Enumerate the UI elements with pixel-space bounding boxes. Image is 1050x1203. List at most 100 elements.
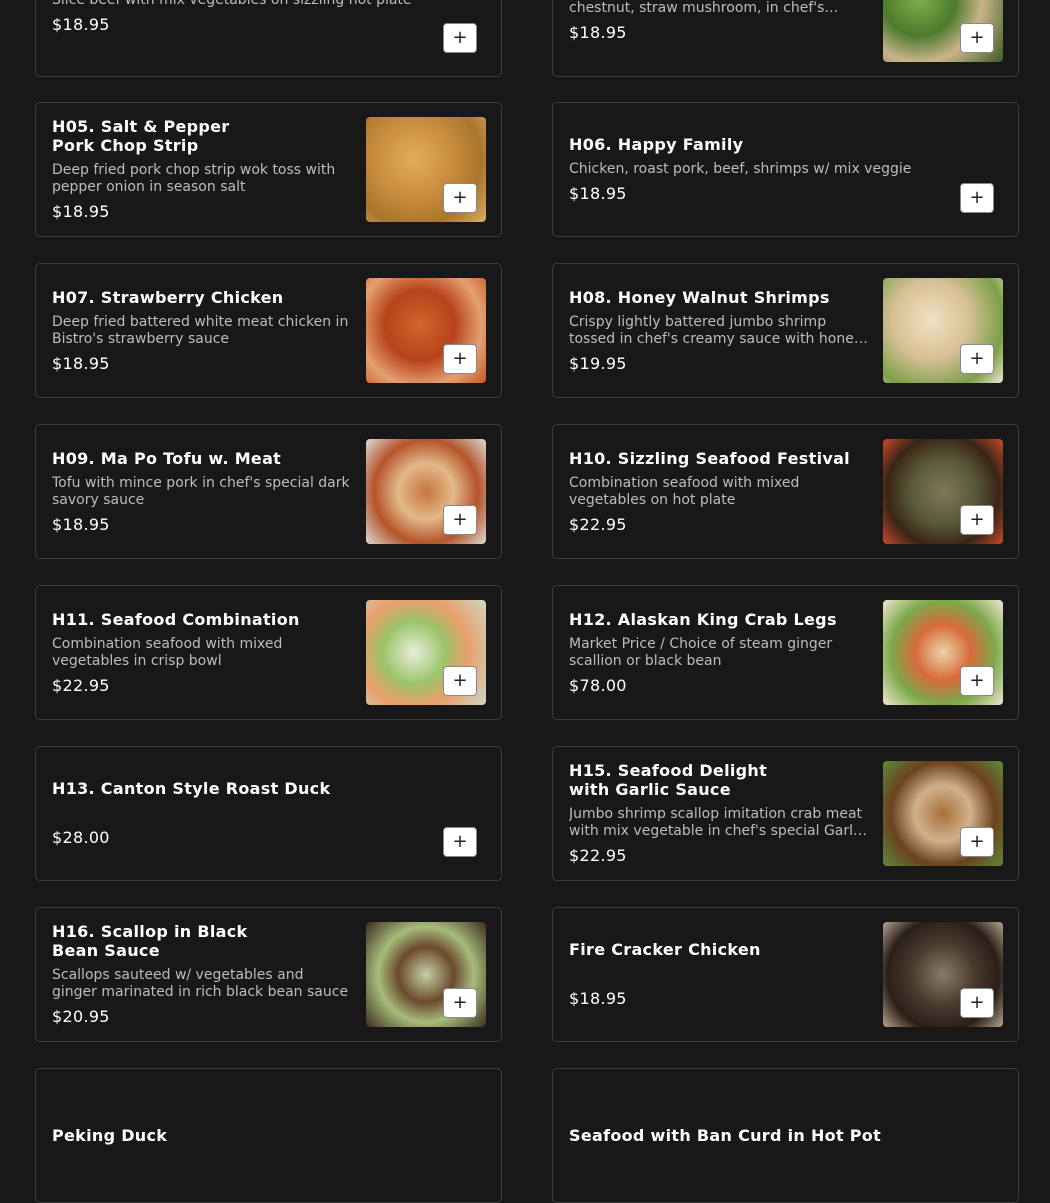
menu-item-price: $18.95 — [569, 184, 627, 203]
menu-item-price: $22.95 — [52, 675, 110, 695]
menu-item-title: H13. Canton Style Roast Duck — [52, 779, 331, 798]
menu-item-title: Fire Cracker Chicken — [569, 940, 761, 959]
menu-item-info: Slice beef with mix vegetables on sizzli… — [52, 0, 412, 76]
plus-icon: + — [452, 27, 468, 48]
menu-item-price: $19.95 — [569, 353, 627, 373]
plus-icon: + — [969, 670, 985, 691]
menu-item-info: H08. Honey Walnut Shrimps Crispy lightly … — [569, 264, 869, 397]
menu-item-title: Seafood with Ban Curd in Hot Pot — [569, 1126, 882, 1145]
add-to-cart-button[interactable]: + — [960, 23, 994, 53]
menu-item-card[interactable]: H11. Seafood Combination Combination seaf… — [35, 585, 502, 720]
menu-item-description: Market Price / Choice of steam ginger sc… — [569, 635, 833, 669]
menu-item-card[interactable]: H16. Scallop in Black Bean Sauce Scallops… — [35, 907, 502, 1042]
menu-item-card[interactable]: Seafood with Ban Curd in Hot Pot — [552, 1068, 1019, 1203]
plus-icon: + — [969, 348, 985, 369]
menu-item-card[interactable]: H10. Sizzling Seafood Festival Combinatio… — [552, 424, 1019, 559]
menu-item-card[interactable]: Fire Cracker Chicken $18.95 + — [552, 907, 1019, 1042]
menu-item-price: $18.95 — [52, 14, 110, 34]
menu-item-title: H10. Sizzling Seafood Festival — [569, 448, 850, 468]
menu-item-description: Combination seafood with mixed vegetable… — [569, 474, 800, 508]
menu-item-info: H11. Seafood Combination Combination seaf… — [52, 586, 352, 719]
plus-icon: + — [969, 992, 985, 1013]
menu-item-title: Peking Duck — [52, 1126, 168, 1145]
menu-item-price: $18.95 — [569, 989, 627, 1008]
menu-item-info: Seafood with Ban Curd in Hot Pot — [569, 1069, 929, 1202]
menu-item-card[interactable]: Slice beef with asparagus, carrots, wate… — [552, 0, 1019, 77]
menu-item-price: $22.95 — [569, 514, 627, 534]
plus-icon: + — [452, 992, 468, 1013]
menu-item-info: Fire Cracker Chicken $18.95 — [569, 908, 869, 1041]
add-to-cart-button[interactable]: + — [960, 183, 994, 213]
plus-icon: + — [969, 27, 985, 48]
menu-item-info: H07. Strawberry Chicken Deep fried batter… — [52, 264, 352, 397]
menu-item-price: $18.95 — [52, 514, 110, 534]
menu-item-info: H13. Canton Style Roast Duck $28.00 — [52, 747, 412, 880]
menu-item-description: Deep fried battered white meat chicken i… — [52, 313, 349, 347]
menu-item-description: Chicken, roast pork, beef, shrimps w/ mi… — [569, 161, 912, 177]
menu-item-title: H08. Honey Walnut Shrimps — [569, 287, 830, 307]
plus-icon: + — [452, 831, 468, 852]
add-to-cart-button[interactable]: + — [443, 344, 477, 374]
menu-item-title: H15. Seafood Delight with Garlic Sauce — [569, 761, 768, 799]
plus-icon: + — [969, 831, 985, 852]
menu-item-info: H16. Scallop in Black Bean Sauce Scallops… — [52, 908, 352, 1041]
add-to-cart-button[interactable]: + — [960, 505, 994, 535]
menu-item-description: Combination seafood with mixed vegetable… — [52, 635, 283, 669]
menu-item-card[interactable]: H05. Salt & Pepper Pork Chop Strip Deep f… — [35, 102, 502, 237]
menu-item-title: H11. Seafood Combination — [52, 609, 300, 629]
menu-item-info: H06. Happy Family Chicken, roast pork, be… — [569, 103, 929, 236]
menu-item-title: H16. Scallop in Black Bean Sauce — [52, 922, 248, 960]
menu-grid: Slice beef with mix vegetables on sizzli… — [0, 0, 1050, 1203]
menu-item-price: $18.95 — [52, 202, 110, 221]
add-to-cart-button[interactable]: + — [960, 827, 994, 857]
add-to-cart-button[interactable]: + — [443, 666, 477, 696]
menu-item-price: $18.95 — [52, 353, 110, 373]
plus-icon: + — [452, 509, 468, 530]
menu-item-card[interactable]: Slice beef with mix vegetables on sizzli… — [35, 0, 502, 77]
menu-item-card[interactable]: H13. Canton Style Roast Duck $28.00 + — [35, 746, 502, 881]
menu-item-description: Jumbo shrimp scallop imitation crab meat… — [569, 806, 865, 839]
menu-item-price: $18.95 — [569, 23, 627, 42]
add-to-cart-button[interactable]: + — [443, 183, 477, 213]
menu-item-title: H06. Happy Family — [569, 135, 744, 154]
plus-icon: + — [969, 187, 985, 208]
menu-item-price: $28.00 — [52, 828, 110, 847]
add-to-cart-button[interactable]: + — [960, 988, 994, 1018]
menu-item-info: H05. Salt & Pepper Pork Chop Strip Deep f… — [52, 103, 352, 236]
menu-item-info: H10. Sizzling Seafood Festival Combinatio… — [569, 425, 869, 558]
menu-item-info: H12. Alaskan King Crab Legs Market Price … — [569, 586, 869, 719]
add-to-cart-button[interactable]: + — [443, 988, 477, 1018]
plus-icon: + — [969, 509, 985, 530]
menu-item-title: H09. Ma Po Tofu w. Meat — [52, 448, 282, 468]
menu-item-card[interactable]: Peking Duck — [35, 1068, 502, 1203]
add-to-cart-button[interactable]: + — [443, 23, 477, 53]
plus-icon: + — [452, 187, 468, 208]
menu-item-price: $20.95 — [52, 1007, 110, 1026]
menu-item-description: Slice beef with mix vegetables on sizzli… — [52, 0, 412, 9]
plus-icon: + — [452, 348, 468, 369]
plus-icon: + — [452, 670, 468, 691]
menu-item-info: Peking Duck — [52, 1069, 412, 1202]
menu-item-description: Tofu with mince pork in chef's special d… — [52, 474, 350, 508]
menu-item-title: H05. Salt & Pepper Pork Chop Strip — [52, 117, 230, 155]
add-to-cart-button[interactable]: + — [960, 344, 994, 374]
menu-item-title: H12. Alaskan King Crab Legs — [569, 609, 837, 629]
menu-item-info: Slice beef with asparagus, carrots, wate… — [569, 0, 869, 76]
menu-item-card[interactable]: H15. Seafood Delight with Garlic Sauce Ju… — [552, 746, 1019, 881]
add-to-cart-button[interactable]: + — [960, 666, 994, 696]
menu-item-card[interactable]: H09. Ma Po Tofu w. Meat Tofu with mince p… — [35, 424, 502, 559]
add-to-cart-button[interactable]: + — [443, 827, 477, 857]
menu-item-price: $22.95 — [569, 846, 627, 865]
menu-item-card[interactable]: H12. Alaskan King Crab Legs Market Price … — [552, 585, 1019, 720]
menu-item-card[interactable]: H06. Happy Family Chicken, roast pork, be… — [552, 102, 1019, 237]
add-to-cart-button[interactable]: + — [443, 505, 477, 535]
menu-item-description: Scallops sauteed w/ vegetables and ginge… — [52, 967, 349, 1000]
menu-item-description: Slice beef with asparagus, carrots, wate… — [569, 0, 825, 16]
menu-item-card[interactable]: H07. Strawberry Chicken Deep fried batter… — [35, 263, 502, 398]
menu-item-price: $78.00 — [569, 675, 627, 695]
menu-item-card[interactable]: H08. Honey Walnut Shrimps Crispy lightly … — [552, 263, 1019, 398]
menu-item-description: Crispy lightly battered jumbo shrimp tos… — [569, 313, 863, 347]
menu-item-info: H15. Seafood Delight with Garlic Sauce Ju… — [569, 747, 869, 880]
menu-item-title: H07. Strawberry Chicken — [52, 287, 284, 307]
menu-item-description: Deep fried pork chop strip wok toss with… — [52, 162, 336, 195]
